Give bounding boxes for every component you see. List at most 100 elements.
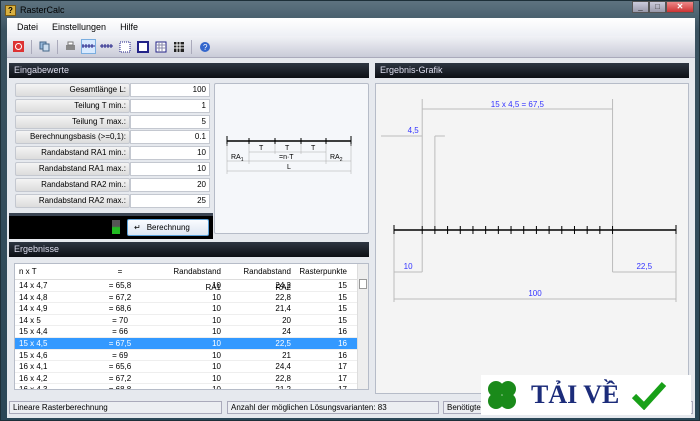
- calculate-button[interactable]: ↵ Berechnung: [127, 219, 209, 236]
- table-cell: 15: [338, 292, 347, 302]
- table-cell: 10: [212, 338, 221, 348]
- table-row[interactable]: 14 x 4,7 = 65,8 10 24,2 15: [15, 280, 368, 292]
- status-count: Anzahl der möglichen Lösungsvarianten: 8…: [227, 401, 439, 414]
- table-cell: = 67,2: [108, 292, 132, 302]
- table-cell: 21,4: [275, 304, 291, 314]
- table-cell: 15 x 4,6: [19, 350, 48, 360]
- table-cell: 21,2: [275, 385, 291, 390]
- maximize-button[interactable]: □: [649, 1, 666, 13]
- diagram-ra2: RA2: [330, 154, 343, 163]
- raster-frame2-icon[interactable]: [135, 39, 150, 54]
- field-label: Berechnungsbasis (>=0,1):: [15, 130, 130, 145]
- graphic-header: Ergebnis-Grafik: [375, 63, 689, 78]
- table-row[interactable]: 14 x 4,9 = 68,6 10 21,4 15: [15, 303, 368, 315]
- column-header[interactable]: Randabstand RA2: [225, 264, 295, 292]
- column-header[interactable]: Randabstand RA1: [155, 264, 225, 292]
- column-header[interactable]: Rasterpunkte: [295, 264, 351, 279]
- table-cell: 17: [338, 385, 347, 390]
- menu-datei[interactable]: Datei: [17, 22, 38, 32]
- results-scrollbar[interactable]: [357, 264, 368, 389]
- close-button[interactable]: ✕: [666, 1, 694, 13]
- table-cell: 15: [338, 315, 347, 325]
- table-row[interactable]: 15 x 4,4 = 66 10 24 16: [15, 326, 368, 338]
- raster-line2-icon[interactable]: [99, 39, 114, 54]
- field-input[interactable]: 10: [130, 162, 210, 176]
- column-header[interactable]: =: [85, 264, 155, 279]
- result-graphic: 15 x 4,5 = 67,5 4,5 10 22,5 100: [375, 83, 689, 394]
- input-row: Gesamtlänge L: 100: [15, 83, 210, 97]
- diagram-nt: =n·T: [279, 154, 294, 161]
- field-label: Randabstand RA1 max.:: [15, 162, 130, 176]
- results-table: n x T = Randabstand RA1 Randabstand RA2 Rast…: [14, 263, 369, 390]
- raster-frame-icon[interactable]: [117, 39, 132, 54]
- table-cell: 22,5: [275, 338, 291, 348]
- field-input[interactable]: 1: [130, 98, 210, 113]
- table-row[interactable]: 16 x 4,2 = 67,2 10 22,8 17: [15, 373, 368, 385]
- title-bar: ? RasterCalc: [5, 3, 65, 17]
- table-cell: = 70: [112, 315, 128, 325]
- toolbar: ?: [7, 36, 695, 58]
- menu-einstellungen[interactable]: Einstellungen: [52, 22, 106, 32]
- field-input[interactable]: 10: [130, 146, 210, 161]
- minimize-button[interactable]: _: [632, 1, 649, 13]
- input-row: Teilung T min.: 1: [15, 98, 210, 113]
- watermark-logo: TẢI VỀ: [481, 375, 691, 415]
- exit-icon[interactable]: [11, 39, 26, 54]
- field-label: Gesamtlänge L:: [15, 83, 130, 97]
- table-cell: = 68,8: [108, 385, 132, 390]
- input-row: Randabstand RA1 max.: 10: [15, 162, 210, 176]
- table-row[interactable]: 15 x 4,6 = 69 10 21 16: [15, 350, 368, 362]
- field-input[interactable]: 0.1: [130, 130, 210, 145]
- copy-icon[interactable]: [37, 39, 52, 54]
- window-title: RasterCalc: [20, 5, 65, 15]
- table-row[interactable]: 15 x 4,5 = 67,5 10 22,5 16: [15, 337, 368, 350]
- table-row[interactable]: 16 x 4,3 = 68,8 10 21,2 17: [15, 384, 368, 390]
- table-cell: 17: [338, 362, 347, 372]
- raster-line-icon[interactable]: [81, 39, 96, 54]
- table-cell: 24: [282, 327, 291, 337]
- table-cell: = 67,5: [108, 338, 132, 348]
- diagram-t2: T: [285, 145, 290, 152]
- field-label: Randabstand RA2 max.:: [15, 193, 130, 208]
- table-cell: = 65,8: [108, 281, 132, 290]
- total-label: 100: [528, 289, 542, 298]
- field-input[interactable]: 100: [130, 83, 210, 97]
- table-cell: 21: [282, 350, 291, 360]
- diagram-ra1: RA1: [231, 154, 244, 163]
- app-icon: ?: [5, 4, 16, 16]
- input-panel-header: Eingabewerte: [9, 63, 369, 78]
- table-cell: 16: [338, 338, 347, 348]
- print-icon[interactable]: [63, 39, 78, 54]
- field-input[interactable]: 20: [130, 177, 210, 192]
- table-cell: 14 x 4,7: [19, 281, 48, 290]
- status-led: [112, 220, 120, 234]
- table-row[interactable]: 14 x 4,8 = 67,2 10 22,8 15: [15, 292, 368, 304]
- table-cell: 15 x 4,4: [19, 327, 48, 337]
- table-row[interactable]: 16 x 4,1 = 65,6 10 24,4 17: [15, 361, 368, 373]
- scrollbar-thumb[interactable]: [359, 279, 367, 289]
- field-input[interactable]: 25: [130, 193, 210, 208]
- svg-text:?: ?: [203, 43, 208, 52]
- raster-grid-icon[interactable]: [153, 39, 168, 54]
- input-row: Randabstand RA1 min.: 10: [15, 146, 210, 161]
- table-cell: 22,8: [275, 373, 291, 383]
- table-cell: 16: [338, 350, 347, 360]
- diagram-l: L: [287, 164, 291, 171]
- table-row[interactable]: 14 x 5 = 70 10 20 15: [15, 315, 368, 327]
- column-header[interactable]: n x T: [15, 264, 85, 279]
- raster-grid2-icon[interactable]: [171, 39, 186, 54]
- table-cell: 24,4: [275, 362, 291, 372]
- help-icon[interactable]: ?: [197, 39, 212, 54]
- diagram-t1: T: [259, 145, 264, 152]
- field-input[interactable]: 5: [130, 114, 210, 129]
- app-window: ? RasterCalc _ □ ✕ Datei Einstellungen H…: [0, 0, 700, 421]
- table-cell: 17: [338, 373, 347, 383]
- table-cell: 10: [212, 281, 221, 290]
- table-cell: 15: [338, 281, 347, 290]
- table-cell: 16 x 4,3: [19, 385, 48, 390]
- enter-icon: ↵: [134, 223, 141, 232]
- menu-hilfe[interactable]: Hilfe: [120, 22, 138, 32]
- table-cell: 14 x 4,9: [19, 304, 48, 314]
- table-cell: 15: [338, 304, 347, 314]
- status-mode: Lineare Rasterberechnung: [9, 401, 222, 414]
